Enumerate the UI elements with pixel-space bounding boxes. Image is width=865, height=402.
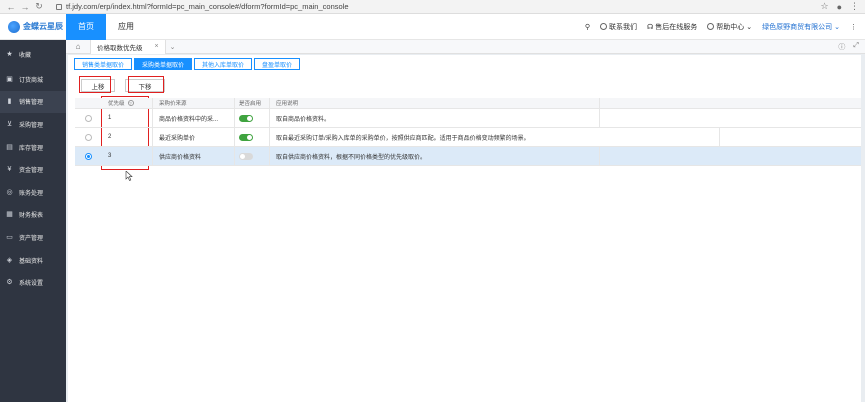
- money-icon: ¥: [7, 166, 12, 174]
- star-icon: ★: [6, 50, 13, 58]
- sidebar-item-assets[interactable]: ▭ 资产管理: [0, 226, 66, 249]
- table-row[interactable]: 2 最近采购单价 取自最近采购订单/采购入库单的采购单价，按照供应商匹配。适用于…: [75, 128, 861, 147]
- reload-icon[interactable]: ↻: [34, 1, 44, 12]
- sidebar-item-reports[interactable]: ▦ 财务报表: [0, 204, 66, 227]
- sidebar-item-accounting[interactable]: ◎ 账务处理: [0, 181, 66, 204]
- bar-chart-icon: ▮: [7, 98, 12, 106]
- highlight-move-down: [128, 76, 164, 93]
- subtab-sales-pricing[interactable]: 销售类单据取价: [74, 58, 133, 70]
- profile-icon[interactable]: ●: [837, 2, 842, 12]
- browser-menu-icon[interactable]: ⋮: [850, 1, 859, 12]
- company-selector[interactable]: 绿色原野商贸有限公司 ⌄: [762, 22, 840, 32]
- question-icon[interactable]: ?: [127, 100, 134, 106]
- mouse-pointer-icon: [125, 171, 133, 181]
- row-enable-toggle[interactable]: [239, 133, 253, 141]
- table-row[interactable]: 3 供应商价格资料 取自供应商价格资料，根据不同价格类型的优先级取价。: [75, 147, 861, 166]
- box-icon: ▤: [6, 143, 13, 151]
- contact-us-link[interactable]: 联系我们: [600, 22, 637, 32]
- row-priority: 3: [108, 153, 112, 159]
- highlight-move-up: [79, 76, 111, 93]
- subtab-purchase-pricing[interactable]: 采购类单据取价: [134, 58, 193, 70]
- row-description: 取自供应商价格资料，根据不同价格类型的优先级取价。: [269, 147, 599, 165]
- chevron-down-icon: ⌄: [834, 23, 840, 31]
- sidebar-item-order-mall[interactable]: ▣ 订货商城: [0, 68, 66, 91]
- more-icon[interactable]: ⋮: [850, 23, 857, 31]
- sidebar: ★ 收藏 ▣ 订货商城 ▮ 销售管理 ⊻ 采购管理 ▤ 库存管理 ¥ 资金管理 ◎ 账务处理 …: [0, 40, 66, 402]
- sidebar-item-basic-data[interactable]: ◈ 基础资料: [0, 249, 66, 272]
- logo[interactable]: 金蝶云星辰: [0, 14, 66, 40]
- subtab-inventory-gain-pricing[interactable]: 盘盈单取价: [254, 58, 301, 70]
- row-source: 商品价格资料中的采...: [152, 109, 234, 127]
- gear-icon: ⚙: [6, 279, 13, 287]
- row-radio[interactable]: [85, 133, 92, 141]
- subtab-other-inbound-pricing[interactable]: 其他入库单取价: [194, 58, 253, 70]
- row-source: 供应商价格资料: [152, 147, 234, 165]
- main-panel: 销售类单据取价 采购类单据取价 其他入库单取价 盘盈单取价 上移 下移 优先级 …: [68, 55, 861, 402]
- row-enable-toggle[interactable]: [239, 114, 253, 122]
- header-priority: 优先级: [108, 101, 125, 107]
- tab-price-priority[interactable]: 价格取数优先级 ×: [90, 39, 166, 54]
- row-priority: 1: [108, 115, 112, 121]
- browser-toolbar: ← → ↻ tf.jdy.com/erp/index.html?formId=p…: [0, 0, 865, 14]
- header-description: 应用说明: [269, 98, 599, 108]
- contact-icon: [600, 23, 608, 30]
- row-description: 取自商品价格资料。: [269, 109, 599, 127]
- table-row[interactable]: 1 商品价格资料中的采... 取自商品价格资料。: [75, 109, 861, 128]
- back-icon[interactable]: ←: [6, 2, 16, 12]
- page-tab-bar: ⌂ 价格取数优先级 × ⌄ ⓘ ⤢: [66, 39, 865, 54]
- sidebar-item-inventory[interactable]: ▤ 库存管理: [0, 136, 66, 159]
- home-icon[interactable]: ⌂: [66, 40, 90, 54]
- sidebar-item-funds[interactable]: ¥ 资金管理: [0, 158, 66, 181]
- asset-icon: ▭: [6, 233, 13, 241]
- price-source-tabs: 销售类单据取价 采购类单据取价 其他入库单取价 盘盈单取价: [74, 58, 301, 70]
- logo-text: 金蝶云星辰: [23, 22, 63, 31]
- online-service-link[interactable]: ☊ 售后在线服务: [647, 22, 697, 32]
- headset-icon: ☊: [647, 23, 654, 31]
- chevron-down-icon: ⌄: [746, 23, 753, 31]
- report-icon: ▦: [6, 211, 13, 219]
- row-radio[interactable]: [85, 152, 92, 160]
- address-bar[interactable]: tf.jdy.com/erp/index.html?formId=pc_main…: [56, 2, 349, 11]
- help-center-link[interactable]: 帮助中心 ⌄: [707, 22, 752, 32]
- layers-icon: ◈: [6, 256, 13, 264]
- store-icon: ▣: [6, 75, 13, 83]
- forward-icon[interactable]: →: [20, 2, 30, 12]
- row-enable-toggle[interactable]: [239, 152, 253, 160]
- close-icon[interactable]: ×: [155, 43, 159, 50]
- help-icon: [707, 23, 715, 30]
- url-text: tf.jdy.com/erp/index.html?formId=pc_main…: [66, 2, 349, 11]
- app-header: 金蝶云星辰 首页 应用 ⚲ 联系我们 ☊ 售后在线服务 帮助中心 ⌄ 绿色原野商…: [0, 13, 865, 40]
- table-header: 优先级 ? 采购价来源 是否启用 应用说明: [75, 98, 861, 109]
- priority-table: 优先级 ? 采购价来源 是否启用 应用说明 1 商品价格资料中的采... 取自商…: [75, 98, 861, 166]
- fullscreen-icon[interactable]: ⤢: [853, 42, 859, 52]
- content-area: ⌂ 价格取数优先级 × ⌄ ⓘ ⤢ 销售类单据取价 采购类单据取价 其他入库单取…: [66, 39, 865, 402]
- row-description: 取自最近采购订单/采购入库单的采购单价，按照供应商匹配。适用于商品价格变动频繁的…: [269, 128, 719, 146]
- row-radio[interactable]: [85, 114, 92, 122]
- row-source: 最近采购单价: [152, 128, 234, 146]
- logo-mark-icon: [8, 20, 20, 33]
- sidebar-item-purchase[interactable]: ⊻ 采购管理: [0, 113, 66, 136]
- top-tab-home[interactable]: 首页: [66, 13, 106, 40]
- sidebar-item-favorites[interactable]: ★ 收藏: [0, 40, 66, 68]
- header-source: 采购价来源: [152, 98, 234, 108]
- chevron-down-icon[interactable]: ⌄: [170, 43, 176, 51]
- sidebar-item-settings[interactable]: ⚙ 系统设置: [0, 271, 66, 294]
- bookmark-star-icon[interactable]: ☆: [820, 1, 828, 12]
- lock-icon: [56, 3, 62, 10]
- search-icon[interactable]: ⚲: [585, 23, 590, 31]
- cart-icon: ⊻: [6, 120, 13, 128]
- sidebar-item-sales[interactable]: ▮ 销售管理: [0, 90, 66, 114]
- ledger-icon: ◎: [6, 188, 13, 196]
- row-priority: 2: [108, 134, 112, 140]
- help-question-icon[interactable]: ⓘ: [838, 42, 845, 52]
- header-enabled: 是否启用: [234, 98, 269, 108]
- top-tab-apps[interactable]: 应用: [106, 14, 146, 40]
